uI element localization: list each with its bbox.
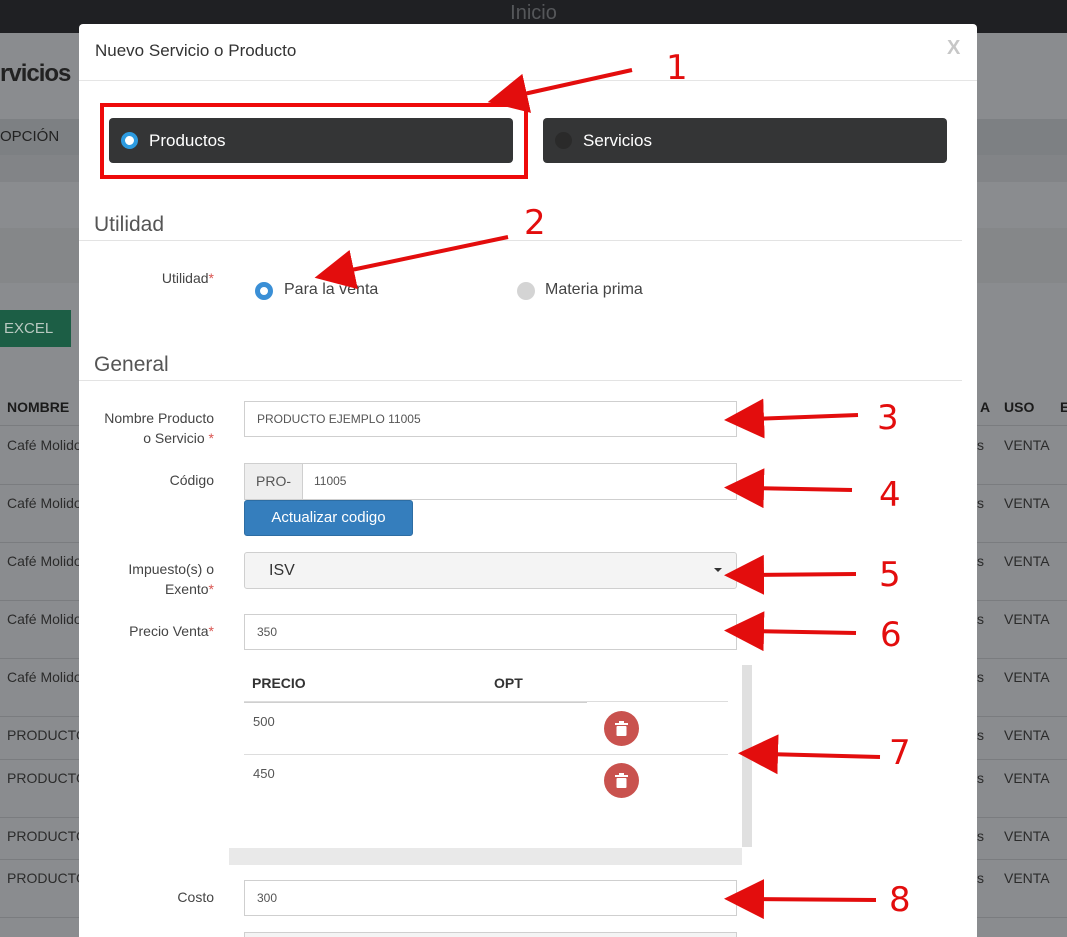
radio-label-para-la-venta: Para la venta xyxy=(284,281,379,298)
modal-title: Nuevo Servicio o Producto xyxy=(95,41,297,60)
annotation-box xyxy=(100,103,528,179)
table-cell-name: PRODUCTO xyxy=(7,870,87,886)
precio-venta-input[interactable]: 350 xyxy=(244,614,737,650)
costo-label: Costo xyxy=(177,889,214,905)
table-cell-uso: VENTA xyxy=(1004,870,1050,886)
annotation-number-5: 5 xyxy=(879,555,901,595)
table-cell-mid: s xyxy=(977,437,984,453)
impuesto-select[interactable]: ISV xyxy=(244,552,737,589)
section-divider xyxy=(79,240,962,241)
table-header-nombre: NOMBRE xyxy=(7,399,70,415)
section-title-general: General xyxy=(94,353,169,376)
table-cell-uso: VENTA xyxy=(1004,437,1050,453)
table-cell-name: Café Molido xyxy=(7,495,82,511)
table-cell-mid: s xyxy=(977,828,984,844)
table-cell-precio: 500 xyxy=(253,714,275,729)
precios-table xyxy=(229,665,741,847)
page-title: rvicios xyxy=(0,60,71,87)
table-horizontal-scrollbar[interactable] xyxy=(229,848,742,865)
table-cell-mid: s xyxy=(977,611,984,627)
table-cell-uso: VENTA xyxy=(1004,553,1050,569)
table-header-precio: PRECIO xyxy=(252,675,306,691)
delete-price-button[interactable] xyxy=(604,763,639,798)
annotation-number-1: 1 xyxy=(666,48,688,88)
codigo-prefix: PRO- xyxy=(244,463,302,500)
delete-price-button[interactable] xyxy=(604,711,639,746)
precio-venta-label: Precio Venta* xyxy=(129,623,214,639)
table-cell-mid: s xyxy=(977,669,984,685)
annotation-number-7: 7 xyxy=(889,733,911,773)
table-cell-uso: VENTA xyxy=(1004,495,1050,511)
codigo-label: Código xyxy=(169,472,214,488)
table-cell-name: Café Molido xyxy=(7,437,82,453)
table-cell-name: Café Molido xyxy=(7,669,82,685)
trash-icon xyxy=(615,721,628,736)
table-cell-precio: 450 xyxy=(253,766,275,781)
impuesto-selected-value: ISV xyxy=(269,562,295,579)
impuesto-label: Impuesto(s) o Exento* xyxy=(128,561,214,597)
type-option-servicios[interactable]: Servicios xyxy=(543,118,947,163)
table-header-uso: USO xyxy=(1004,399,1035,415)
costo-input[interactable]: 300 xyxy=(244,880,737,916)
radio-materia-prima[interactable] xyxy=(517,282,535,300)
option-label: OPCIÓN xyxy=(0,128,60,145)
table-header-a: A xyxy=(980,399,991,415)
codigo-input[interactable]: 11005 xyxy=(302,463,737,500)
excel-button[interactable]: EXCEL xyxy=(0,310,71,347)
table-cell-uso: VENTA xyxy=(1004,770,1050,786)
actualizar-codigo-button[interactable]: Actualizar codigo xyxy=(244,500,413,536)
caret-down-icon xyxy=(714,568,722,572)
table-cell-mid: s xyxy=(977,770,984,786)
table-header-opt: OPT xyxy=(494,675,523,691)
section-divider xyxy=(79,380,962,381)
utilidad-label: Utilidad* xyxy=(161,270,214,286)
table-cell-name: Café Molido xyxy=(7,553,82,569)
topbar-title: Inicio xyxy=(510,2,557,24)
table-cell-name: PRODUCTO xyxy=(7,828,87,844)
radio-label-materia-prima: Materia prima xyxy=(545,281,643,298)
table-vertical-scrollbar[interactable] xyxy=(742,665,752,847)
trash-icon xyxy=(615,773,628,788)
table-row-divider xyxy=(244,754,728,755)
close-button[interactable]: X xyxy=(947,37,960,60)
radio-para-la-venta[interactable] xyxy=(255,282,273,300)
table-header-divider xyxy=(244,701,728,702)
table-cell-uso: VENTA xyxy=(1004,727,1050,743)
nombre-label: Nombre Producto o Servicio * xyxy=(104,410,214,446)
annotation-number-2: 2 xyxy=(524,203,546,243)
annotation-number-6: 6 xyxy=(880,615,902,655)
table-cell-uso: VENTA xyxy=(1004,669,1050,685)
table-cell-uso: VENTA xyxy=(1004,611,1050,627)
radio-unselected-icon xyxy=(555,132,572,149)
annotation-number-8: 8 xyxy=(889,880,911,920)
table-cell-uso: VENTA xyxy=(1004,828,1050,844)
table-cell-mid: s xyxy=(977,870,984,886)
table-cell-mid: s xyxy=(977,495,984,511)
section-title-utilidad: Utilidad xyxy=(94,213,165,236)
table-cell-name: Café Molido xyxy=(7,611,82,627)
type-option-label: Servicios xyxy=(583,131,652,150)
table-cell-name: PRODUCTO xyxy=(7,770,87,786)
next-field-input[interactable] xyxy=(244,932,737,937)
annotation-number-4: 4 xyxy=(879,475,901,515)
table-cell-name: PRODUCTO xyxy=(7,727,87,743)
table-cell-mid: s xyxy=(977,553,984,569)
nombre-input[interactable]: PRODUCTO EJEMPLO 11005 xyxy=(244,401,737,437)
table-cell-mid: s xyxy=(977,727,984,743)
annotation-number-3: 3 xyxy=(877,398,899,438)
modal-header: Nuevo Servicio o Producto X xyxy=(79,24,977,81)
table-header-e: E xyxy=(1060,399,1067,415)
